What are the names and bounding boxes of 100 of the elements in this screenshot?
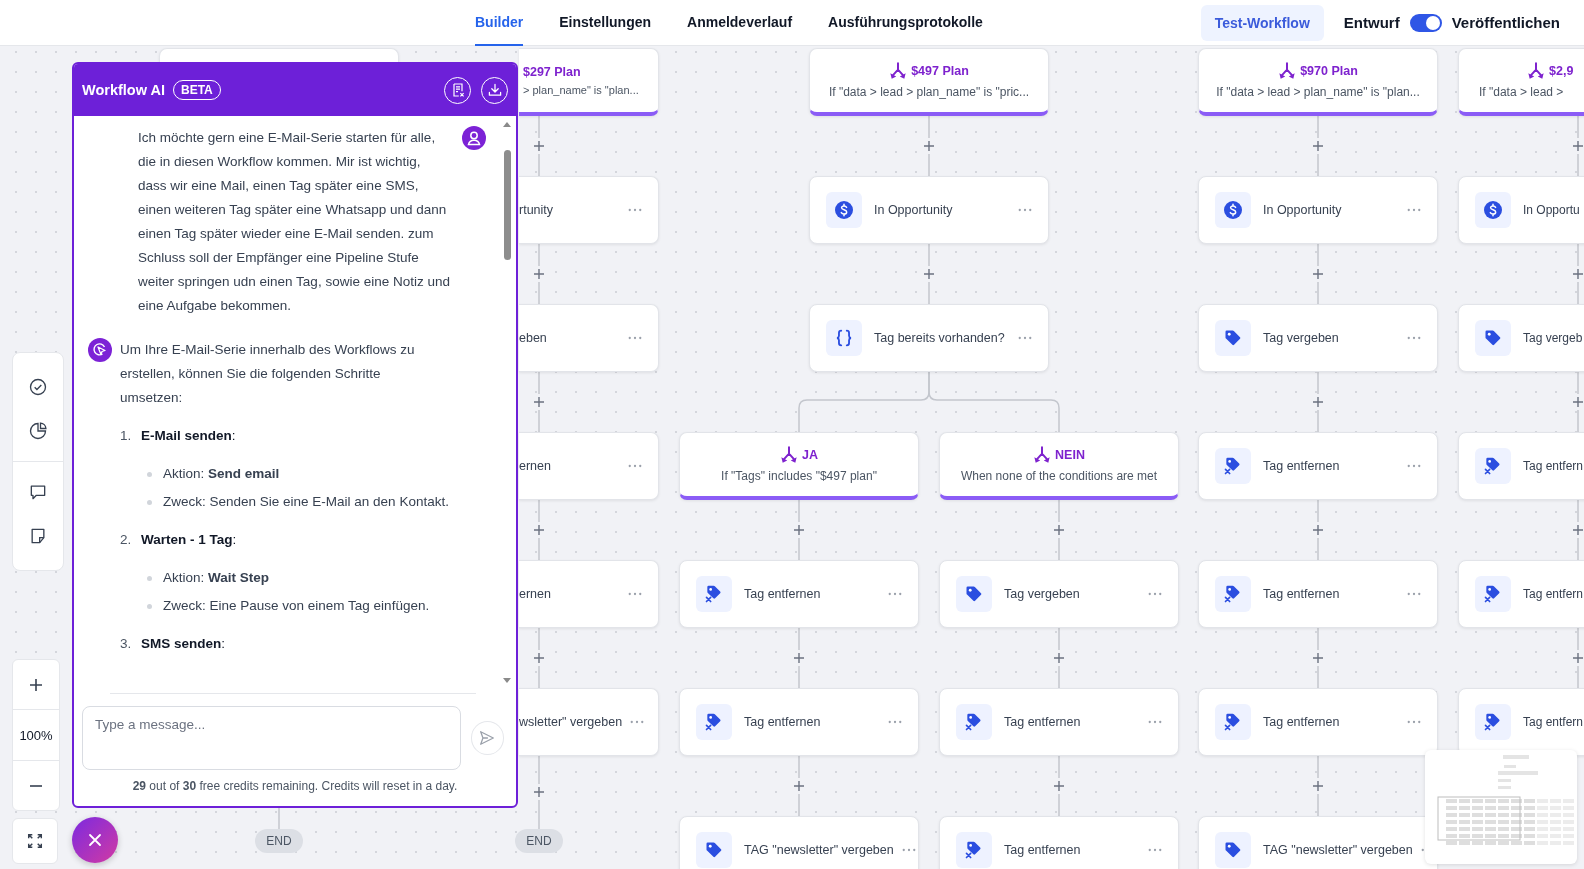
tab[interactable]: Anmeldeverlauf [687, 0, 793, 46]
more-icon[interactable] [628, 592, 642, 596]
step-card[interactable]: Tag entfernen [1198, 560, 1438, 628]
scroll-up-icon[interactable] [502, 120, 512, 128]
scrollbar[interactable] [502, 120, 512, 685]
branch-card[interactable]: $297 Plan > plan_name" is "plan... [519, 48, 659, 116]
fit-view-button[interactable] [12, 818, 58, 864]
plus-icon [533, 786, 545, 798]
step-card[interactable]: Tag entfern [1458, 688, 1584, 756]
dollar-icon [1475, 192, 1511, 228]
step-number: 2. [120, 531, 133, 549]
step-label: rtunity [519, 203, 555, 217]
more-icon[interactable] [1018, 336, 1032, 340]
step-card[interactable]: Tag vergeben [939, 560, 1179, 628]
step-card[interactable]: Tag entfernen [679, 560, 919, 628]
credits-note: 29 out of 30 free credits remaining. Credits will reset in a day. [131, 778, 459, 795]
plus-icon [793, 524, 805, 536]
more-icon[interactable] [888, 592, 902, 596]
send-button[interactable] [470, 721, 504, 755]
more-icon[interactable] [1407, 208, 1421, 212]
tab[interactable]: Einstellungen [559, 0, 652, 46]
scrollbar-thumb[interactable] [503, 150, 511, 260]
step-card[interactable]: In Opportunity [1198, 176, 1438, 244]
tag-icon [1475, 320, 1511, 356]
step-label: Tag vergeben [1263, 331, 1340, 345]
step-card[interactable]: eben [519, 304, 659, 372]
step-card[interactable]: ernen [519, 432, 659, 500]
tag-remove-icon [1475, 448, 1511, 484]
branch-condition: When none of the conditions are met [960, 469, 1158, 483]
assistant-message: Um Ihre E-Mail-Serie innerhalb des Workflows zu erstellen, können Sie die folgenden Schritte umsetzen: [120, 341, 416, 407]
step-card[interactable]: In Opportu [1458, 176, 1584, 244]
step-card[interactable]: Tag vergeben [1198, 304, 1438, 372]
step-card[interactable]: Tag entfernen [1198, 432, 1438, 500]
branch-icon [1278, 62, 1297, 80]
more-icon[interactable] [1407, 336, 1421, 340]
step-card[interactable]: Tag bereits vorhanden? [809, 304, 1049, 372]
tag-remove-icon [1475, 576, 1511, 612]
tab[interactable]: Builder [475, 0, 524, 46]
step-card[interactable]: Tag entfern [1458, 560, 1584, 628]
more-icon[interactable] [1148, 720, 1162, 724]
branch-card[interactable]: $2,9 If "data > lead > [1458, 48, 1584, 116]
step-label: In Opportu [1523, 203, 1580, 217]
more-icon[interactable] [1407, 592, 1421, 596]
more-icon[interactable] [901, 848, 916, 852]
step-card[interactable]: Tag entfern [1458, 432, 1584, 500]
plus-icon [1572, 140, 1584, 152]
step-number: 1. [120, 427, 133, 445]
tag-remove-icon [1215, 704, 1251, 740]
step-label: Tag entfernen [1004, 715, 1082, 729]
message-field[interactable]: Type a message... [82, 706, 461, 770]
step-card[interactable]: Tag entfernen [1198, 688, 1438, 756]
step-card[interactable]: Tag entfernen [939, 816, 1179, 869]
branch-card[interactable]: $970 Plan If "data > lead > plan_name" is "plan... [1198, 48, 1438, 116]
user-avatar-icon [462, 126, 486, 150]
more-icon[interactable] [1148, 848, 1162, 852]
step-label: Tag entfernen [1263, 459, 1341, 473]
step-detail: Aktion: Send email [163, 465, 280, 483]
publish-toggle[interactable] [1409, 13, 1442, 32]
step-card[interactable]: Tag entfernen [939, 688, 1179, 756]
minus-icon [30, 784, 42, 787]
end-marker: END [255, 829, 303, 853]
dollar-icon [826, 192, 862, 228]
step-card[interactable]: TAG "newsletter" vergeben [679, 816, 919, 869]
tab[interactable]: Ausführungsprotokolle [828, 0, 983, 46]
more-icon[interactable] [888, 720, 902, 724]
test-workflow-button[interactable]: Test-Workflow [1200, 4, 1324, 41]
plus-icon [1312, 524, 1324, 536]
more-icon[interactable] [628, 208, 642, 212]
dollar-icon [1215, 192, 1251, 228]
more-icon[interactable] [1018, 208, 1032, 212]
plus-icon [28, 676, 44, 693]
step-card[interactable]: ernen [519, 560, 659, 628]
step-card[interactable]: Tag entfernen [679, 688, 919, 756]
publish-label: Veröffentlichen [1451, 14, 1560, 31]
step-card[interactable]: wsletter" vergeben [519, 688, 659, 756]
step-label: Tag vergeben [1004, 587, 1081, 601]
send-icon [478, 729, 497, 747]
branch-title: $2,9 [1549, 64, 1574, 78]
plus-icon [793, 780, 805, 792]
step-card[interactable]: Tag vergeb [1458, 304, 1584, 372]
branch-card[interactable]: $497 Plan If "data > lead > plan_name" is "pric... [809, 48, 1049, 116]
branch-card[interactable]: NEIN When none of the conditions are met [939, 432, 1179, 500]
plus-icon [1312, 268, 1324, 280]
branch-card[interactable]: JA If "Tags" includes "$497 plan" [679, 432, 919, 500]
more-icon[interactable] [1407, 464, 1421, 468]
scroll-down-icon[interactable] [502, 677, 512, 685]
step-card[interactable]: TAG "newsletter" vergeben [1198, 816, 1438, 869]
branch-condition: If "data > lead > [1479, 85, 1564, 99]
more-icon[interactable] [1407, 720, 1421, 724]
step-card[interactable]: In Opportunity [809, 176, 1049, 244]
expand-icon [26, 832, 44, 850]
more-icon[interactable] [628, 336, 642, 340]
step-card[interactable]: rtunity [519, 176, 659, 244]
more-icon[interactable] [1148, 592, 1162, 596]
step-label: TAG "newsletter" vergeben [1263, 843, 1413, 857]
branch-title: JA [802, 448, 818, 462]
plus-icon [793, 652, 805, 664]
more-icon[interactable] [630, 720, 645, 724]
step-label: Tag entfern [1523, 715, 1584, 729]
more-icon[interactable] [628, 464, 642, 468]
